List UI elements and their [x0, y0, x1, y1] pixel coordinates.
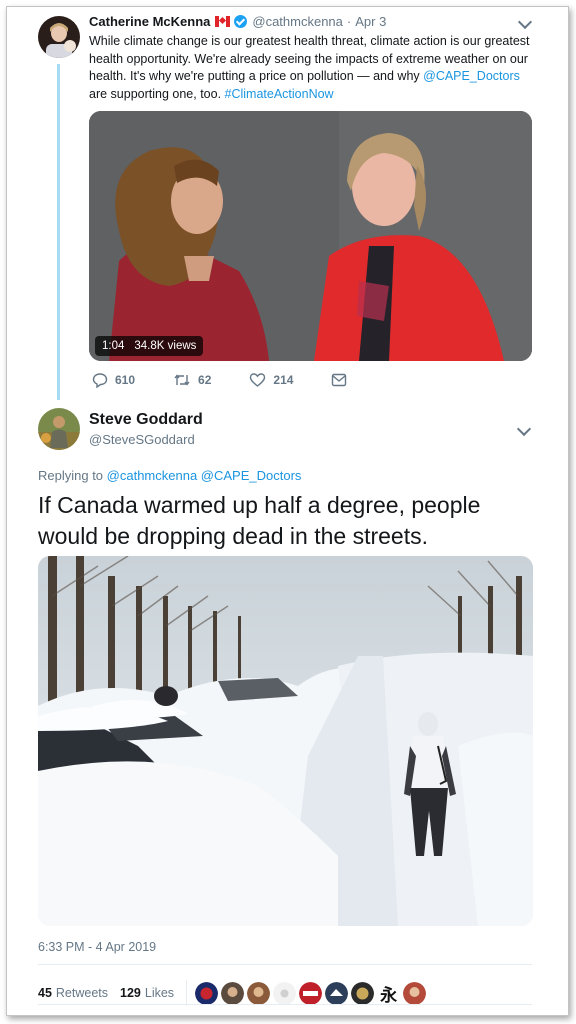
author-handle[interactable]: @SteveSGoddard	[89, 432, 195, 447]
liker-avatar[interactable]	[351, 981, 375, 1005]
hashtag-link[interactable]: #ClimateActionNow	[225, 87, 334, 101]
liker-image	[273, 981, 297, 1005]
tweet-header: Catherine McKenna @cathmckenna · Apr 3	[89, 14, 386, 29]
liker-image	[325, 981, 349, 1005]
divider	[38, 964, 532, 965]
thread-connector	[57, 64, 60, 400]
likes-label: Likes	[144, 986, 175, 1000]
liker-avatar[interactable]	[221, 981, 245, 1005]
video-player[interactable]	[89, 111, 532, 361]
tweet-text: While climate change is our greatest hea…	[89, 33, 534, 103]
message-button[interactable]	[331, 373, 347, 387]
author-name[interactable]: Catherine McKenna	[89, 14, 210, 29]
liker-avatar[interactable]: 永	[377, 982, 400, 1005]
tweet-actions: 610 62 214	[92, 372, 385, 388]
canada-flag-icon	[215, 16, 231, 27]
video-frame	[89, 111, 532, 361]
liker-avatar[interactable]	[247, 981, 271, 1005]
like-button[interactable]: 214	[249, 372, 293, 388]
liker-avatar[interactable]	[299, 981, 323, 1005]
separator-dot: ·	[346, 14, 352, 29]
stats-separator	[186, 980, 188, 1006]
divider	[38, 1004, 532, 1005]
tweet-stats: 45 Retweets 129 Likes 永	[38, 980, 427, 1006]
retweets-label: Retweets	[55, 986, 109, 1000]
mention-link[interactable]: @CAPE_Doctors	[423, 69, 520, 83]
tweet-date[interactable]: Apr 3	[355, 14, 386, 29]
tweet-text: If Canada warmed up half a degree, peopl…	[38, 492, 481, 549]
reply-button[interactable]: 610	[92, 372, 135, 388]
retweet-count: 62	[198, 373, 212, 387]
replying-prefix: Replying to	[38, 468, 107, 483]
retweets-stat[interactable]: 45 Retweets	[38, 986, 108, 1000]
liker-image	[247, 981, 271, 1005]
liker-image	[351, 981, 375, 1005]
like-icon	[250, 373, 266, 387]
liker-avatar[interactable]	[195, 981, 219, 1005]
retweets-count: 45	[38, 986, 52, 1000]
liker-avatars: 永	[195, 981, 427, 1005]
author-avatar[interactable]	[38, 16, 80, 58]
retweet-icon	[174, 374, 190, 386]
retweet-button[interactable]: 62	[173, 372, 211, 388]
video-views: 34.8K views	[134, 340, 197, 352]
verified-icon	[234, 15, 248, 28]
liker-avatar[interactable]	[273, 981, 297, 1005]
liker-avatar[interactable]	[403, 981, 427, 1005]
liker-image	[403, 981, 427, 1005]
tweet-text-part: are supporting one, too.	[89, 86, 225, 101]
tweet-photo[interactable]	[38, 556, 533, 926]
liker-image	[299, 981, 323, 1005]
likes-stat[interactable]: 129 Likes	[120, 986, 174, 1000]
reply-count: 610	[115, 373, 136, 387]
liker-avatar[interactable]	[325, 981, 349, 1005]
replying-to-links[interactable]: @cathmckenna @CAPE_Doctors	[107, 468, 302, 483]
reply-icon	[92, 373, 108, 388]
message-icon	[332, 373, 347, 387]
snow-street-photo	[38, 556, 533, 926]
author-name[interactable]: Steve Goddard	[89, 411, 203, 429]
avatar-image	[38, 16, 80, 58]
author-avatar[interactable]	[38, 408, 80, 450]
likes-count: 129	[120, 986, 141, 1000]
like-count: 214	[273, 373, 294, 387]
author-handle[interactable]: @cathmckenna	[252, 14, 343, 29]
liker-image	[195, 981, 219, 1005]
video-info-badge: 1:04 34.8K views	[95, 336, 204, 356]
video-duration: 1:04	[102, 340, 125, 352]
tweet-timestamp[interactable]: 6:33 PM - 4 Apr 2019	[38, 940, 156, 954]
liker-image	[221, 981, 245, 1005]
replying-to: Replying to @cathmckenna @CAPE_Doctors	[38, 468, 301, 483]
avatar-image	[38, 408, 80, 450]
